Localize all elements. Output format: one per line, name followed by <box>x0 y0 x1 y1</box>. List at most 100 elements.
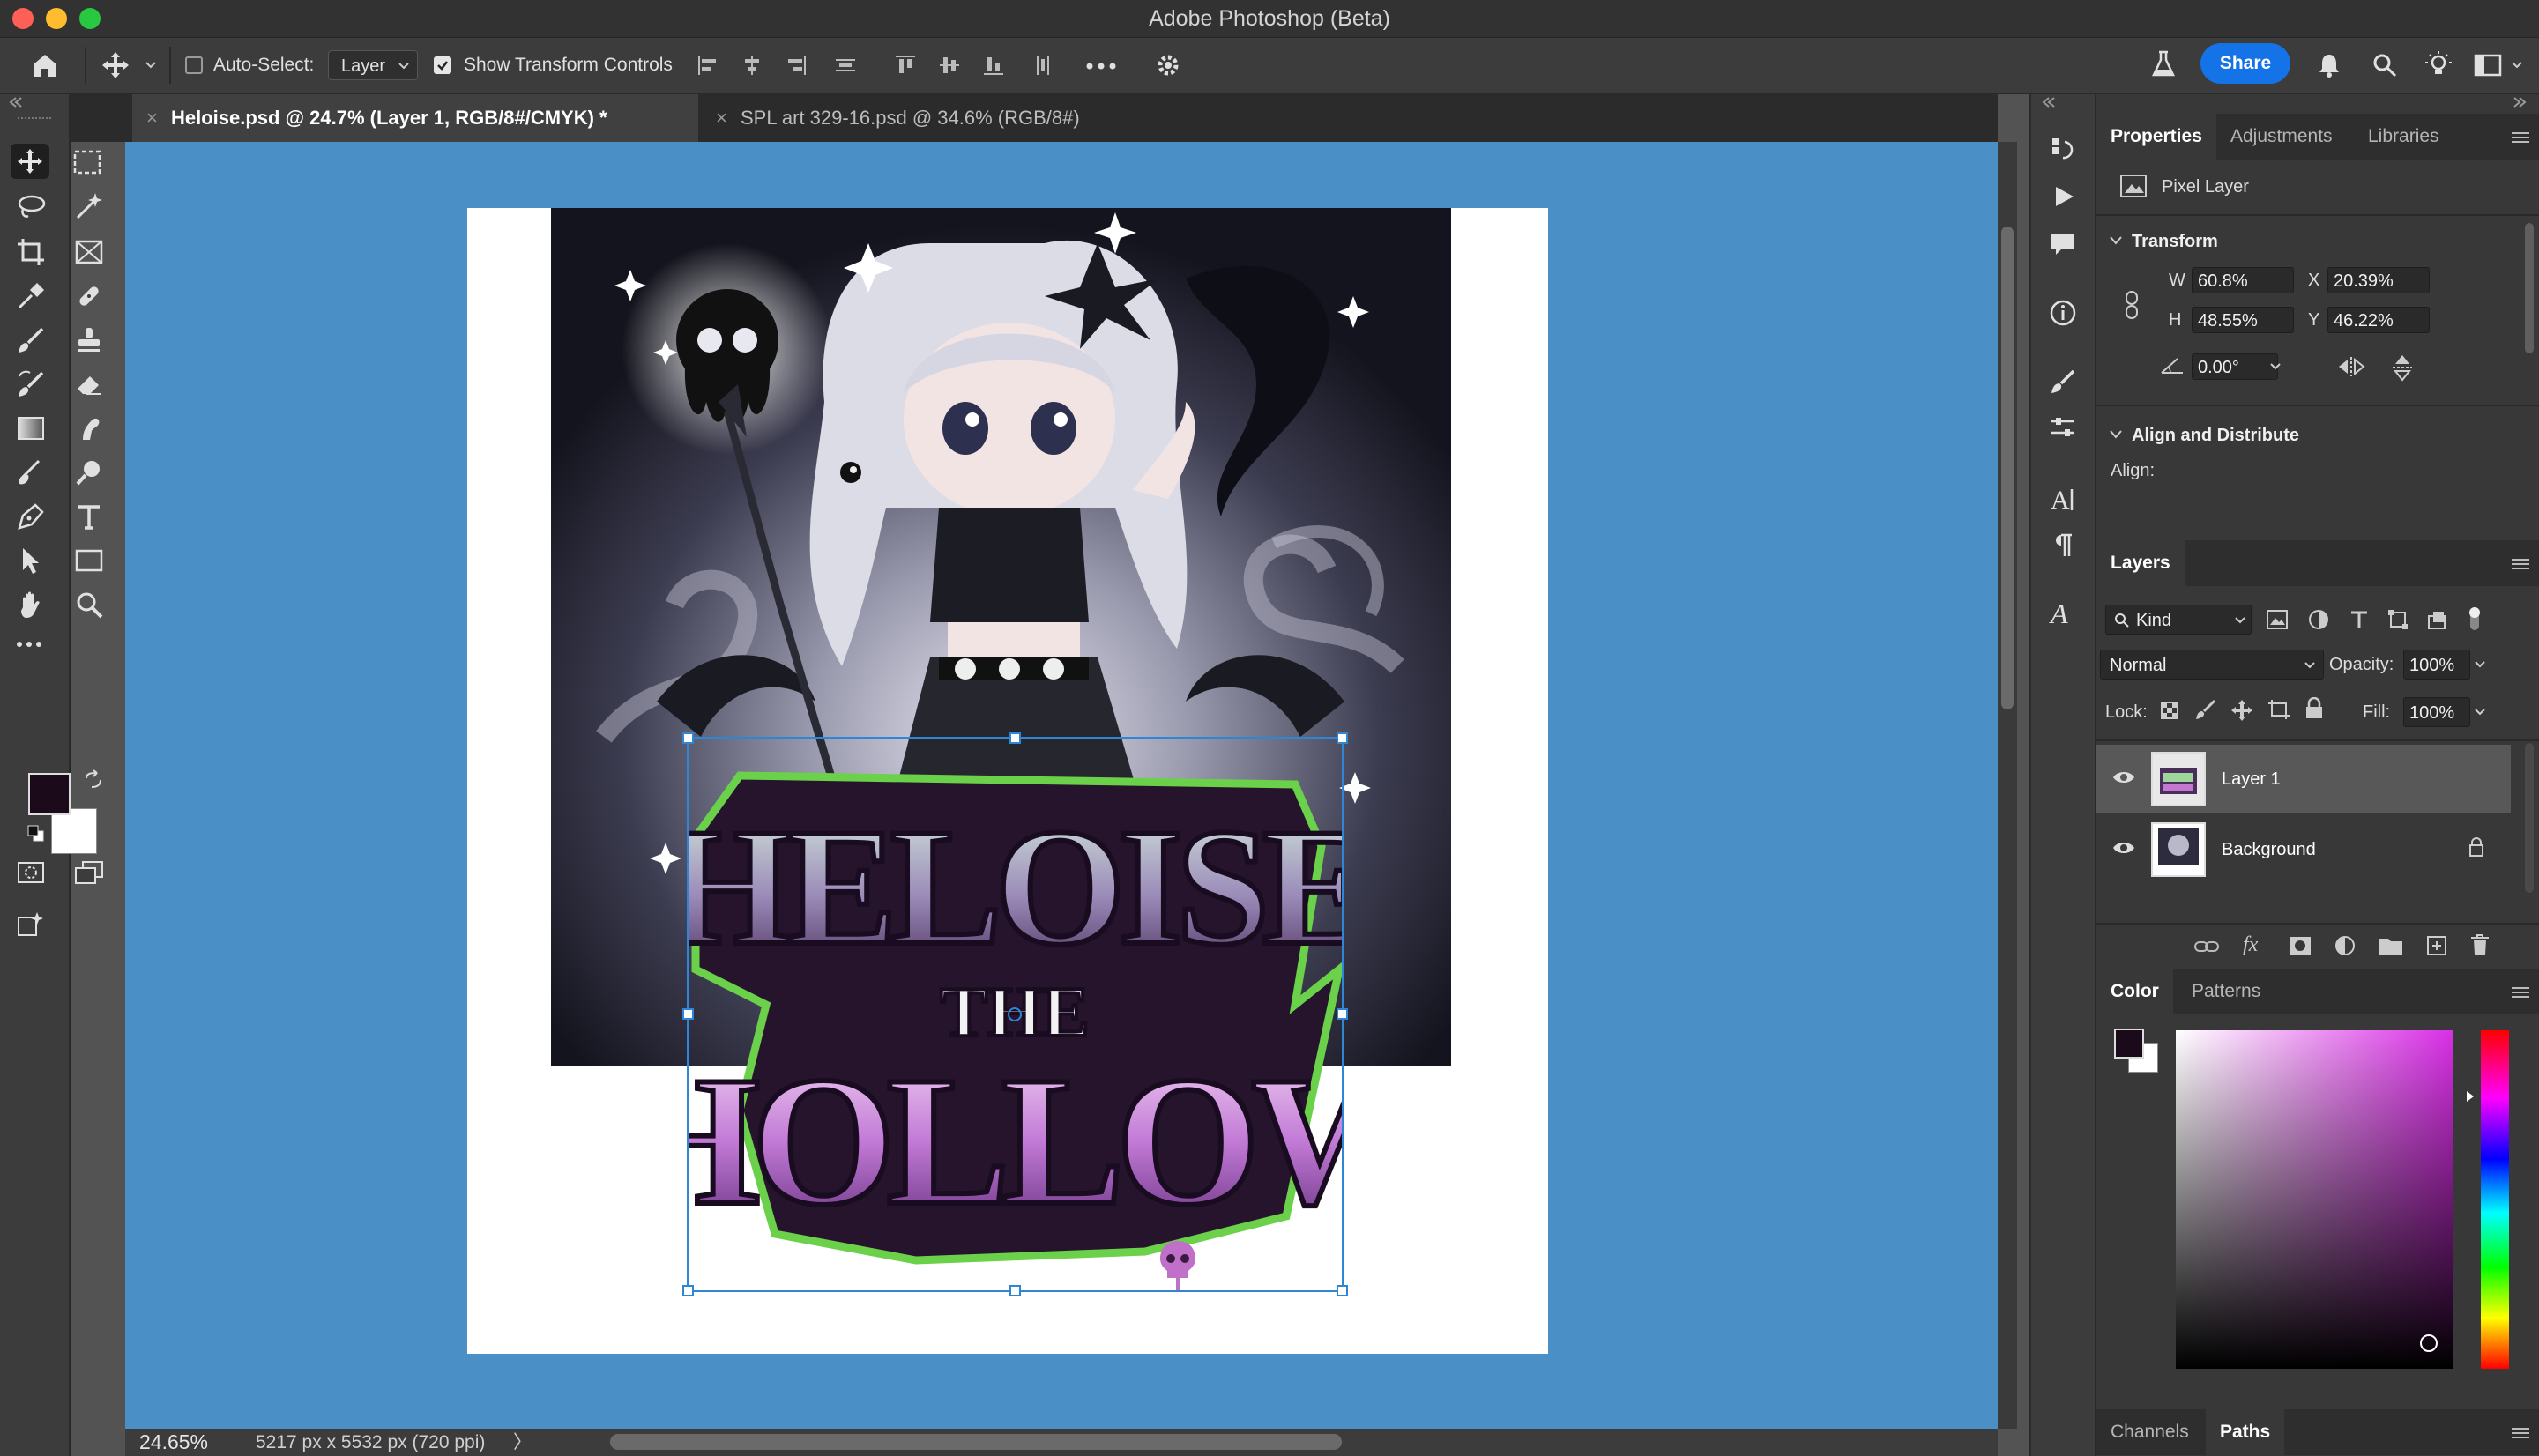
flip-vertical-icon[interactable] <box>2391 353 2414 382</box>
align-top-icon[interactable] <box>894 54 917 77</box>
move-icon[interactable] <box>101 50 130 80</box>
transform-handle[interactable] <box>1009 1285 1021 1296</box>
swap-colors-icon[interactable] <box>83 769 104 791</box>
eyedropper-icon[interactable] <box>16 281 46 311</box>
dodge-icon[interactable] <box>74 457 104 487</box>
lock-artboard-icon[interactable] <box>2267 699 2290 720</box>
path-select-icon[interactable] <box>16 546 46 576</box>
tab-paths[interactable]: Paths <box>2206 1409 2285 1455</box>
delete-layer-icon[interactable] <box>2470 933 2490 956</box>
healing-icon[interactable] <box>74 281 104 311</box>
generative-icon[interactable] <box>16 910 46 940</box>
actions-play-icon[interactable] <box>2049 182 2077 211</box>
collapse-icon[interactable] <box>2040 96 2058 108</box>
show-transform-checkbox[interactable] <box>434 56 451 74</box>
transform-bounding-box[interactable] <box>682 732 1352 1296</box>
marquee-icon[interactable] <box>72 149 102 175</box>
filter-pixel-icon[interactable] <box>2266 609 2289 630</box>
align-middle-icon[interactable] <box>938 54 961 77</box>
zoom-level[interactable]: 24.65% <box>139 1429 208 1456</box>
align-left-icon[interactable] <box>696 54 719 77</box>
settings-icon[interactable] <box>1155 52 1181 78</box>
hand-icon[interactable] <box>16 590 46 620</box>
properties-scrollbar[interactable] <box>2525 223 2534 353</box>
status-arrow-icon[interactable]: 〉 <box>513 1429 532 1456</box>
eye-icon[interactable] <box>2112 840 2135 856</box>
panel-menu-icon[interactable] <box>2511 558 2530 570</box>
history-icon[interactable] <box>2049 135 2077 163</box>
more-icon[interactable] <box>1086 63 1116 70</box>
hue-slider-arrow[interactable] <box>2465 1090 2476 1103</box>
info-icon[interactable] <box>2049 299 2077 327</box>
chevron-down-icon[interactable] <box>2109 429 2123 440</box>
chevron-down-icon[interactable] <box>2269 362 2282 371</box>
history-brush-icon[interactable] <box>16 369 46 399</box>
screen-mode-icon[interactable] <box>74 859 104 886</box>
lock-transparent-icon[interactable] <box>2160 701 2179 720</box>
collapse-icon[interactable] <box>7 96 25 108</box>
comments-icon[interactable] <box>2049 230 2077 258</box>
filter-shape-icon[interactable] <box>2387 609 2409 630</box>
vertical-scrollbar[interactable] <box>1998 142 2017 1429</box>
filter-adjustment-icon[interactable] <box>2308 609 2329 630</box>
panel-menu-icon[interactable] <box>2511 1427 2530 1439</box>
transform-handle[interactable] <box>682 1285 694 1296</box>
transform-handle[interactable] <box>1009 732 1021 744</box>
hue-slider[interactable] <box>2481 1030 2509 1369</box>
opacity-field[interactable]: 100% <box>2403 650 2470 680</box>
bell-icon[interactable] <box>2317 52 2342 78</box>
pen-icon[interactable] <box>16 501 46 531</box>
tab-spl-art[interactable]: × SPL art 329-16.psd @ 34.6% (RGB/8#) <box>709 94 1202 142</box>
new-layer-icon[interactable] <box>2426 935 2447 956</box>
filter-type-icon[interactable] <box>2349 609 2370 630</box>
transform-handle[interactable] <box>1337 1285 1348 1296</box>
distribute-vertical-icon[interactable] <box>1031 54 1054 77</box>
magic-wand-icon[interactable] <box>74 191 104 221</box>
color-field[interactable] <box>2176 1030 2453 1369</box>
move-tool[interactable] <box>11 144 49 179</box>
new-adjustment-icon[interactable] <box>2334 935 2356 956</box>
type-icon[interactable] <box>74 501 104 531</box>
zoom-icon[interactable] <box>74 590 104 620</box>
transform-handle[interactable] <box>1337 1008 1348 1020</box>
lightbulb-icon[interactable] <box>2424 50 2453 78</box>
align-bottom-icon[interactable] <box>982 54 1005 77</box>
chevron-down-icon[interactable] <box>145 61 157 70</box>
workspace-icon[interactable] <box>2474 54 2502 77</box>
expand-icon[interactable] <box>2511 96 2528 108</box>
search-icon[interactable] <box>2371 52 2398 78</box>
adjust-sliders-icon[interactable] <box>2049 413 2077 442</box>
document-info[interactable]: 5217 px x 5532 px (720 ppi) <box>256 1429 485 1456</box>
smudge-icon[interactable] <box>74 413 104 443</box>
chevron-down-icon[interactable] <box>2109 235 2123 246</box>
tab-adjustments[interactable]: Adjustments <box>2216 114 2347 160</box>
color-fg-swatch[interactable] <box>2114 1029 2144 1059</box>
transform-handle[interactable] <box>682 1008 694 1020</box>
distribute-icon[interactable] <box>834 54 857 77</box>
add-mask-icon[interactable] <box>2289 935 2312 956</box>
rectangle-icon[interactable] <box>74 547 104 574</box>
share-button[interactable]: Share <box>2200 43 2290 84</box>
color-picker-ring[interactable] <box>2419 1333 2438 1353</box>
stamp-icon[interactable] <box>74 325 104 355</box>
more-tools-icon[interactable] <box>16 641 46 648</box>
crop-icon[interactable] <box>16 237 46 267</box>
tab-libraries[interactable]: Libraries <box>2354 114 2453 160</box>
chevron-down-icon[interactable] <box>2511 61 2523 70</box>
foreground-color-swatch[interactable] <box>28 773 71 815</box>
gradient-icon[interactable] <box>16 415 46 442</box>
auto-select-checkbox[interactable] <box>185 56 203 74</box>
eye-icon[interactable] <box>2112 769 2135 785</box>
brush-settings-icon[interactable] <box>2049 368 2077 396</box>
eraser-icon[interactable] <box>74 369 104 399</box>
fx-icon[interactable]: fx <box>2243 933 2258 957</box>
lock-image-icon[interactable] <box>2195 699 2216 720</box>
width-field[interactable]: 60.8% <box>2192 267 2294 293</box>
filter-smart-object-icon[interactable] <box>2426 609 2447 630</box>
layer-name[interactable]: Layer 1 <box>2222 769 2281 790</box>
y-field[interactable]: 46.22% <box>2327 307 2430 333</box>
close-tab-icon[interactable]: × <box>146 94 171 142</box>
blur-icon[interactable] <box>16 457 46 487</box>
home-icon[interactable] <box>30 50 60 80</box>
tab-layers[interactable]: Layers <box>2096 540 2185 586</box>
